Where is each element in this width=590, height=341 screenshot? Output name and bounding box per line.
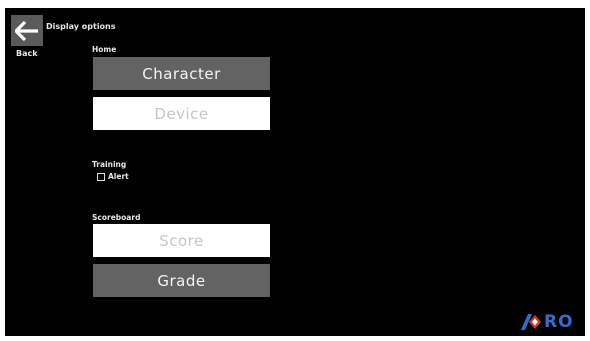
logo-text: RO xyxy=(544,311,574,332)
home-section-label: Home xyxy=(92,45,117,54)
screen: Back Display options Home Character Devi… xyxy=(5,8,585,336)
alert-label: Alert xyxy=(108,172,129,181)
alert-checkbox[interactable] xyxy=(97,172,105,181)
brand-logo: RO xyxy=(521,313,574,331)
logo-icon xyxy=(521,314,541,330)
character-button[interactable]: Character xyxy=(93,57,270,90)
back-label: Back xyxy=(16,49,38,58)
grade-button[interactable]: Grade xyxy=(93,264,270,297)
page-title: Display options xyxy=(46,22,116,31)
arrow-left-icon xyxy=(15,20,38,41)
back-button[interactable] xyxy=(11,15,43,46)
training-section-label: Training xyxy=(92,160,127,169)
scoreboard-section-label: Scoreboard xyxy=(92,213,141,222)
score-button[interactable]: Score xyxy=(93,224,270,257)
alert-checkbox-row[interactable]: Alert xyxy=(97,172,129,181)
device-button[interactable]: Device xyxy=(93,97,270,130)
